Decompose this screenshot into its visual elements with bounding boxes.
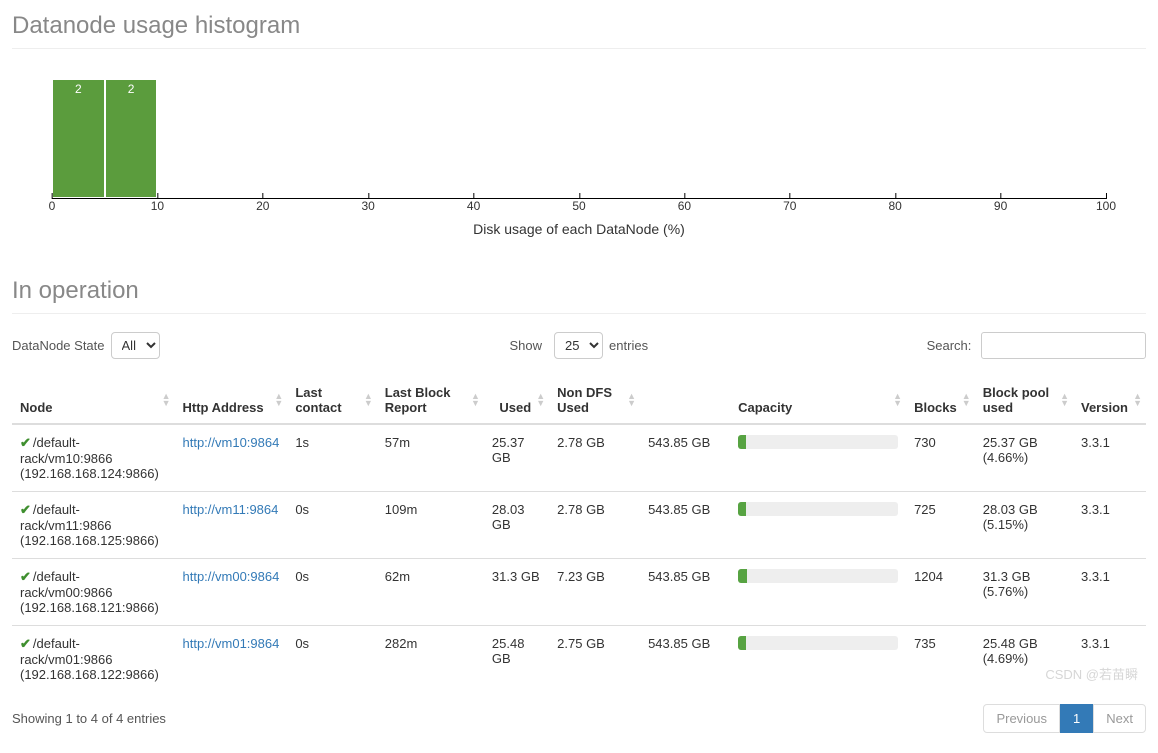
show-entries-select[interactable]: 25 — [554, 332, 603, 359]
histogram-tick: 100 — [1096, 199, 1116, 213]
search-input[interactable] — [981, 332, 1146, 359]
http-link[interactable]: http://vm10:9864 — [182, 435, 279, 450]
histogram-bar: 2 — [52, 79, 105, 198]
histogram-tick: 0 — [49, 199, 56, 213]
table-row: ✔/default-rack/vm01:9866(192.168.168.122… — [12, 626, 1146, 693]
check-icon: ✔ — [20, 435, 31, 450]
check-icon: ✔ — [20, 502, 31, 517]
col-blocks[interactable]: Blocks▲▼ — [906, 377, 975, 424]
histogram-tick: 40 — [467, 199, 480, 213]
histogram-title: Datanode usage histogram — [12, 12, 1146, 49]
check-icon: ✔ — [20, 569, 31, 584]
col-last-contact[interactable]: Last contact▲▼ — [287, 377, 376, 424]
col-http[interactable]: Http Address▲▼ — [174, 377, 287, 424]
col-version[interactable]: Version▲▼ — [1073, 377, 1146, 424]
capacity-bar — [738, 569, 898, 583]
capacity-bar — [738, 636, 898, 650]
http-link[interactable]: http://vm00:9864 — [182, 569, 279, 584]
col-last-block[interactable]: Last Block Report▲▼ — [377, 377, 484, 424]
histogram-chart: 22 0 10 20 30 40 50 60 70 80 90 100 Disk usage of … — [12, 79, 1146, 237]
table-info: Showing 1 to 4 of 4 entries — [12, 711, 166, 726]
table-row: ✔/default-rack/vm00:9866(192.168.168.121… — [12, 559, 1146, 626]
http-link[interactable]: http://vm01:9864 — [182, 636, 279, 651]
histogram-tick: 50 — [572, 199, 585, 213]
prev-button[interactable]: Previous — [983, 704, 1060, 733]
histogram-tick: 60 — [678, 199, 691, 213]
show-entries-pre: Show — [510, 338, 543, 353]
datanode-table: Node▲▼ Http Address▲▼ Last contact▲▼ Las… — [12, 377, 1146, 692]
col-capacity-value[interactable] — [640, 377, 730, 424]
col-nondfs[interactable]: Non DFS Used▲▼ — [549, 377, 640, 424]
http-link[interactable]: http://vm11:9864 — [182, 502, 278, 517]
next-button[interactable]: Next — [1093, 704, 1146, 733]
histogram-tick: 10 — [151, 199, 164, 213]
histogram-tick: 80 — [889, 199, 902, 213]
datanode-state-label: DataNode State — [12, 338, 105, 353]
page-1-button[interactable]: 1 — [1060, 704, 1093, 733]
datanode-state-select[interactable]: All — [111, 332, 160, 359]
show-entries-post: entries — [609, 338, 648, 353]
histogram-xlabel: Disk usage of each DataNode (%) — [12, 221, 1146, 237]
col-capacity[interactable]: Capacity▲▼ — [730, 377, 906, 424]
check-icon: ✔ — [20, 636, 31, 651]
table-row: ✔/default-rack/vm10:9866(192.168.168.124… — [12, 424, 1146, 492]
table-row: ✔/default-rack/vm11:9866(192.168.168.125… — [12, 492, 1146, 559]
col-used[interactable]: Used▲▼ — [484, 377, 549, 424]
search-label: Search: — [927, 338, 972, 353]
histogram-tick: 90 — [994, 199, 1007, 213]
capacity-bar — [738, 502, 898, 516]
col-pool-used[interactable]: Block pool used▲▼ — [975, 377, 1073, 424]
histogram-tick: 70 — [783, 199, 796, 213]
in-operation-title: In operation — [12, 277, 1146, 314]
histogram-tick: 30 — [362, 199, 375, 213]
histogram-bar: 2 — [105, 79, 158, 198]
histogram-tick: 20 — [256, 199, 269, 213]
col-node[interactable]: Node▲▼ — [12, 377, 174, 424]
capacity-bar — [738, 435, 898, 449]
